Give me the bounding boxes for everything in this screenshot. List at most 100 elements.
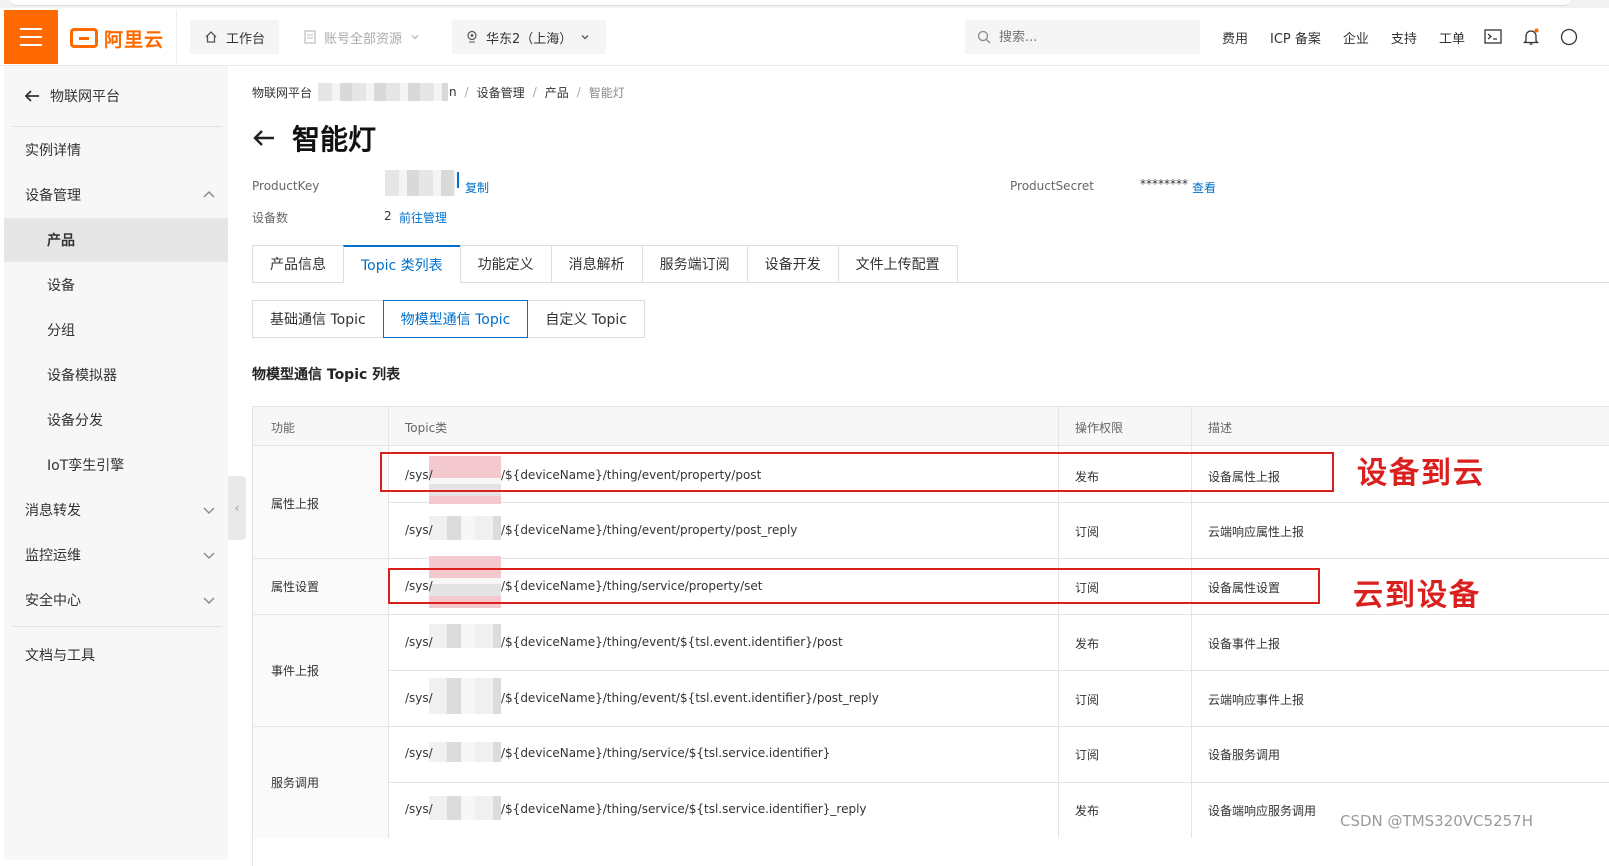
terminal-icon[interactable]	[1484, 28, 1502, 46]
browser-strip	[0, 0, 1609, 8]
redacted-product-key	[385, 170, 455, 196]
top-link-support[interactable]: 支持	[1391, 28, 1417, 47]
sidebar-item-label: 设备	[47, 278, 75, 294]
workbench-button[interactable]: 工作台	[190, 20, 280, 54]
back-label: 物联网平台	[50, 89, 120, 105]
tab-device-development[interactable]: 设备开发	[746, 245, 838, 283]
device-count-label: 设备数	[252, 211, 289, 225]
topic-table: 功能 Topic类 操作权限 描述 属性上报 属性设置 事件上报 服务调用 /s	[252, 406, 1609, 866]
topic-description: 设备端响应服务调用	[1208, 804, 1317, 818]
chevron-left-icon: ‹	[234, 501, 240, 515]
go-manage-link[interactable]: 前往管理	[399, 209, 447, 226]
breadcrumb-device-management[interactable]: 设备管理	[477, 84, 525, 101]
sidebar-item-iot-twin-engine[interactable]: IoT孪生引擎	[4, 443, 228, 487]
sidebar-item-devices[interactable]: 设备	[4, 263, 228, 307]
top-link-billing[interactable]: 费用	[1222, 28, 1248, 47]
arrow-left-icon	[24, 90, 39, 102]
subtab-basic-topic[interactable]: 基础通信 Topic	[252, 300, 384, 338]
tab-product-info[interactable]: 产品信息	[252, 245, 343, 283]
chevron-down-icon	[581, 35, 589, 40]
header-description: 描述	[1208, 421, 1233, 435]
topic-permission: 订阅	[1075, 525, 1100, 539]
topic-suffix: /${deviceName}/thing/event/property/post…	[501, 523, 798, 537]
sidebar-item-label: 消息转发	[25, 503, 81, 519]
subtab-custom-topic[interactable]: 自定义 Topic	[527, 300, 646, 338]
sidebar-item-label: 实例详情	[25, 143, 81, 159]
top-navbar: 阿里云 工作台 账号全部资源 华东2（上海） 费用 ICP 备案 企业 支持 工…	[0, 0, 1609, 66]
topic-suffix: /${deviceName}/thing/service/${tsl.servi…	[501, 802, 867, 816]
breadcrumb-products[interactable]: 产品	[545, 84, 569, 101]
sidebar-item-label: 分组	[47, 323, 75, 339]
product-key-label: ProductKey	[252, 179, 320, 193]
topic-prefix: /sys/	[405, 523, 433, 537]
topic-suffix: /${deviceName}/thing/event/${tsl.event.i…	[501, 635, 843, 649]
tab-message-parsing[interactable]: 消息解析	[550, 245, 642, 283]
csdn-watermark: CSDN @TMS320VC5257H	[1340, 812, 1533, 830]
region-selector[interactable]: 华东2（上海）	[452, 20, 606, 54]
sidebar-item-label: 安全中心	[25, 593, 81, 609]
copy-product-key-link[interactable]: 复制	[465, 179, 489, 196]
breadcrumb-root[interactable]: 物联网平台	[252, 84, 312, 101]
annotation-device-to-cloud: 设备到云	[1357, 456, 1485, 491]
topic-prefix: /sys/	[405, 802, 433, 816]
topic-permission: 订阅	[1075, 748, 1100, 762]
tab-topic-list[interactable]: Topic 类列表	[343, 245, 460, 283]
chevron-up-icon	[203, 191, 215, 198]
aliyun-logo[interactable]: 阿里云	[70, 24, 164, 52]
sidebar-item-security-center[interactable]: 安全中心	[4, 578, 228, 622]
resources-label: 账号全部资源	[324, 31, 403, 47]
device-count-value: 2	[384, 209, 392, 223]
hamburger-menu-icon[interactable]	[4, 10, 58, 64]
aliyun-logo-icon	[70, 28, 98, 48]
bell-icon[interactable]	[1522, 28, 1540, 46]
group-property-set: 属性设置	[271, 580, 320, 594]
sidebar-item-device-distribution[interactable]: 设备分发	[4, 398, 228, 442]
sidebar-item-device-simulator[interactable]: 设备模拟器	[4, 353, 228, 397]
topic-prefix: /sys/	[405, 635, 433, 649]
highlight-box-cloud-to-device	[388, 568, 1320, 604]
resource-group-icon	[304, 30, 316, 44]
tab-function-definition[interactable]: 功能定义	[459, 245, 551, 283]
sidebar-item-groups[interactable]: 分组	[4, 308, 228, 352]
annotation-cloud-to-device: 云到设备	[1353, 578, 1481, 613]
top-link-enterprise[interactable]: 企业	[1343, 28, 1369, 47]
sidebar-collapse-button[interactable]: ‹	[228, 476, 246, 540]
redacted-instance-name	[318, 83, 449, 101]
sidebar-item-label: IoT孪生引擎	[47, 458, 125, 474]
sidebar-item-message-forwarding[interactable]: 消息转发	[4, 488, 228, 532]
sidebar-item-instance-details[interactable]: 实例详情	[4, 128, 228, 172]
home-icon	[205, 31, 217, 43]
sidebar: 物联网平台 实例详情 设备管理 产品 设备 分组 设备模拟器 设备分发 IoT孪…	[4, 66, 228, 860]
topic-permission: 发布	[1075, 804, 1100, 818]
tab-server-subscription[interactable]: 服务端订阅	[641, 245, 747, 283]
breadcrumb-instance-tail[interactable]: n	[449, 85, 457, 99]
header-permission: 操作权限	[1075, 421, 1124, 435]
resources-dropdown[interactable]: 账号全部资源	[290, 20, 435, 54]
topic-permission: 订阅	[1075, 693, 1100, 707]
back-arrow-icon[interactable]	[252, 128, 276, 148]
table-header: 功能 Topic类 操作权限 描述	[253, 406, 1609, 446]
tab-file-upload-config[interactable]: 文件上传配置	[837, 245, 958, 283]
location-pin-icon	[467, 30, 477, 43]
global-search[interactable]	[965, 20, 1200, 54]
header-function: 功能	[271, 421, 296, 435]
sidebar-item-label: 监控运维	[25, 548, 81, 564]
sidebar-item-monitoring[interactable]: 监控运维	[4, 533, 228, 577]
topic-permission: 发布	[1075, 637, 1100, 651]
subtab-thing-model-topic[interactable]: 物模型通信 Topic	[382, 300, 529, 338]
sidebar-item-label: 设备模拟器	[47, 368, 117, 384]
help-icon[interactable]	[1560, 28, 1578, 46]
search-input[interactable]	[999, 29, 1179, 45]
header-topic: Topic类	[405, 421, 448, 435]
chevron-down-icon	[203, 507, 215, 514]
workbench-label: 工作台	[226, 31, 266, 47]
top-link-icp[interactable]: ICP 备案	[1270, 28, 1321, 47]
top-link-ticket[interactable]: 工单	[1439, 28, 1465, 47]
product-secret-value: ********	[1140, 177, 1188, 191]
back-to-iot-platform[interactable]: 物联网平台	[24, 86, 120, 106]
sidebar-item-docs-tools[interactable]: 文档与工具	[4, 633, 228, 677]
topic-description: 设备服务调用	[1208, 748, 1281, 762]
sidebar-item-products[interactable]: 产品	[4, 218, 228, 262]
view-secret-link[interactable]: 查看	[1192, 179, 1216, 196]
sidebar-item-device-management[interactable]: 设备管理	[4, 173, 228, 217]
